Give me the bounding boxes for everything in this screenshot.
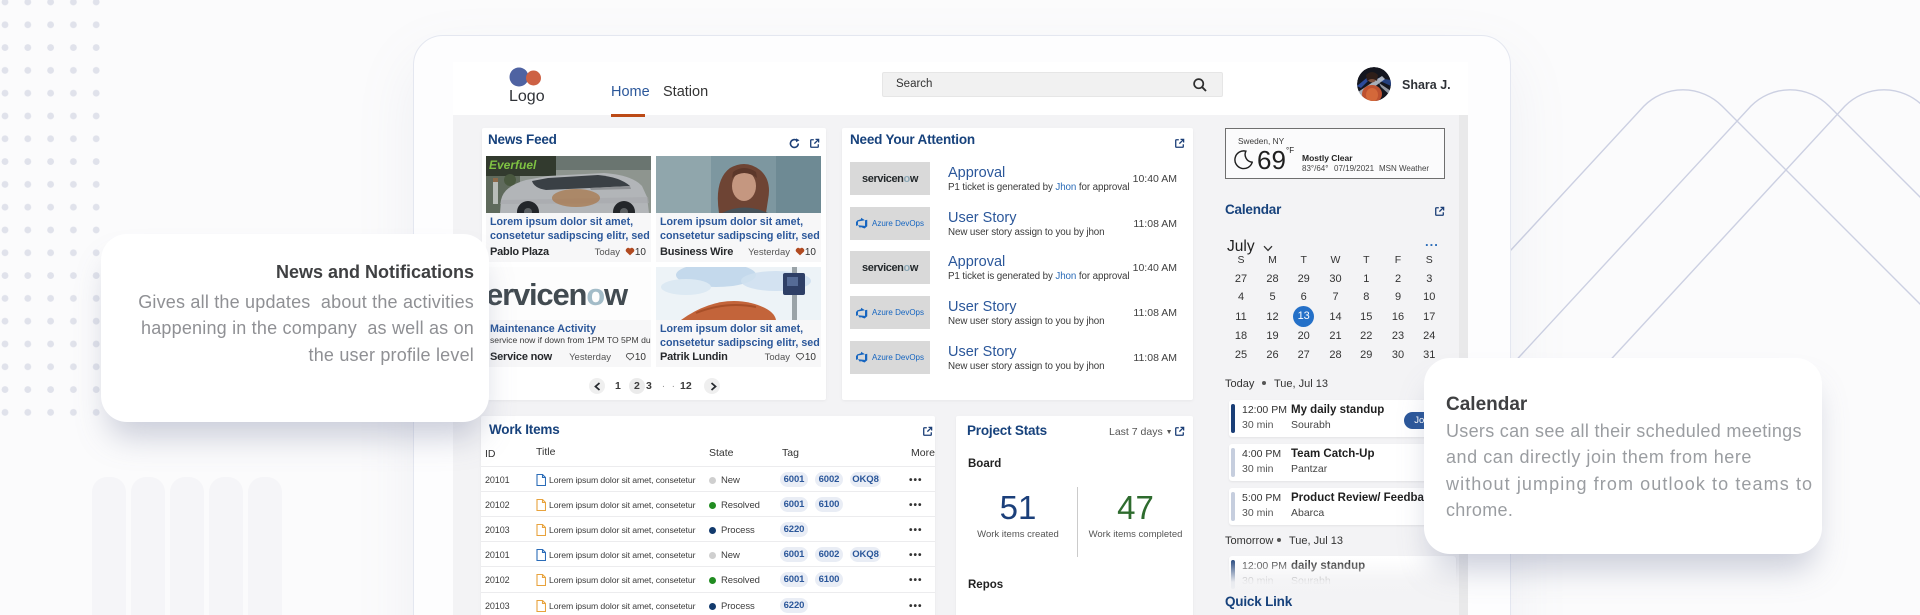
- svg-text:Everfuel: Everfuel: [489, 158, 537, 172]
